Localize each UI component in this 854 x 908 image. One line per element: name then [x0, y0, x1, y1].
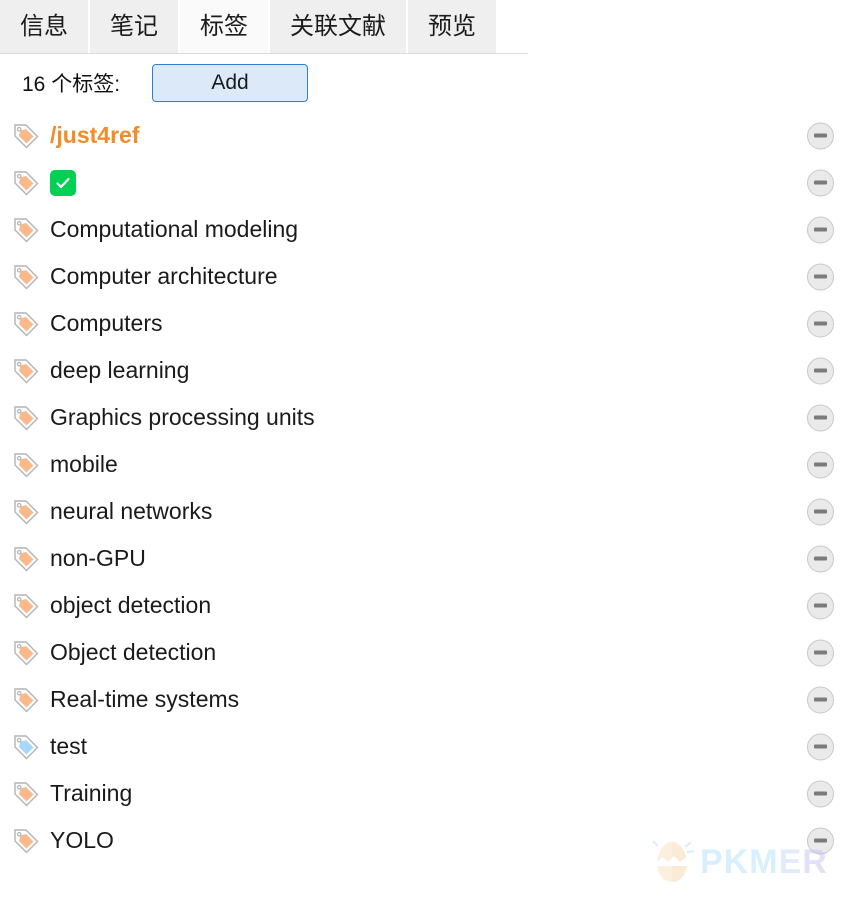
tab-info[interactable]: 信息	[0, 0, 90, 53]
tag-row[interactable]: mobile	[12, 441, 854, 488]
remove-tag-button[interactable]	[807, 357, 834, 384]
remove-tag-button[interactable]	[807, 545, 834, 572]
tag-icon	[12, 122, 40, 150]
tab-related[interactable]: 关联文献	[270, 0, 408, 53]
tab-tags[interactable]: 标签	[180, 0, 270, 53]
tag-icon	[12, 686, 40, 714]
remove-tag-button[interactable]	[807, 498, 834, 525]
remove-tag-button[interactable]	[807, 404, 834, 431]
tag-icon	[12, 263, 40, 291]
tag-row[interactable]: neural networks	[12, 488, 854, 535]
tag-icon	[12, 404, 40, 432]
tag-icon	[12, 592, 40, 620]
tag-icon	[12, 357, 40, 385]
tag-row[interactable]: YOLO	[12, 817, 854, 864]
tag-icon	[12, 451, 40, 479]
tab-notes[interactable]: 笔记	[90, 0, 180, 53]
remove-tag-button[interactable]	[807, 592, 834, 619]
add-tag-button[interactable]: Add	[152, 64, 308, 102]
tag-label: Real-time systems	[50, 688, 239, 711]
tag-icon	[12, 216, 40, 244]
tag-row[interactable]: ✅	[12, 159, 854, 206]
remove-tag-button[interactable]	[807, 216, 834, 243]
tag-label: test	[50, 735, 87, 758]
tag-label: non-GPU	[50, 547, 146, 570]
remove-tag-button[interactable]	[807, 780, 834, 807]
tag-label: YOLO	[50, 829, 114, 852]
tag-row[interactable]: Computational modeling	[12, 206, 854, 253]
remove-tag-button[interactable]	[807, 639, 834, 666]
tag-icon	[12, 545, 40, 573]
tag-row[interactable]: test	[12, 723, 854, 770]
tag-label: deep learning	[50, 359, 189, 382]
remove-tag-button[interactable]	[807, 451, 834, 478]
tag-row[interactable]: Training	[12, 770, 854, 817]
tag-row[interactable]: deep learning	[12, 347, 854, 394]
tag-label: Training	[50, 782, 132, 805]
remove-tag-button[interactable]	[807, 686, 834, 713]
tag-row[interactable]: Real-time systems	[12, 676, 854, 723]
check-mark-icon	[50, 170, 76, 196]
remove-tag-button[interactable]	[807, 169, 834, 196]
tag-icon	[12, 733, 40, 761]
tag-row[interactable]: non-GPU	[12, 535, 854, 582]
tag-row[interactable]: object detection	[12, 582, 854, 629]
tag-label: Computational modeling	[50, 218, 298, 241]
tag-label: Graphics processing units	[50, 406, 315, 429]
tag-label: /just4ref	[50, 124, 139, 147]
tab-bar-filler	[498, 0, 528, 53]
tag-icon	[12, 169, 40, 197]
remove-tag-button[interactable]	[807, 263, 834, 290]
tag-icon	[12, 780, 40, 808]
tag-row[interactable]: Computers	[12, 300, 854, 347]
tag-label: Computers	[50, 312, 162, 335]
tag-label: Computer architecture	[50, 265, 278, 288]
tag-row[interactable]: Object detection	[12, 629, 854, 676]
tag-row[interactable]: Graphics processing units	[12, 394, 854, 441]
tag-list: /just4ref ✅ Computational modeling Computer…	[0, 112, 854, 864]
tag-label: mobile	[50, 453, 118, 476]
tag-label: Object detection	[50, 641, 216, 664]
tag-icon	[12, 310, 40, 338]
remove-tag-button[interactable]	[807, 827, 834, 854]
tab-bar: 信息笔记标签关联文献预览	[0, 0, 528, 54]
tag-count-row: 16 个标签: Add	[0, 54, 854, 112]
remove-tag-button[interactable]	[807, 310, 834, 337]
tag-label: object detection	[50, 594, 211, 617]
remove-tag-button[interactable]	[807, 733, 834, 760]
tag-row[interactable]: Computer architecture	[12, 253, 854, 300]
tag-icon	[12, 639, 40, 667]
tag-icon	[12, 827, 40, 855]
remove-tag-button[interactable]	[807, 122, 834, 149]
tag-label: neural networks	[50, 500, 212, 523]
tag-icon	[12, 498, 40, 526]
tag-count-label: 16 个标签:	[22, 68, 120, 98]
tag-row[interactable]: /just4ref	[12, 112, 854, 159]
tab-preview[interactable]: 预览	[408, 0, 498, 53]
